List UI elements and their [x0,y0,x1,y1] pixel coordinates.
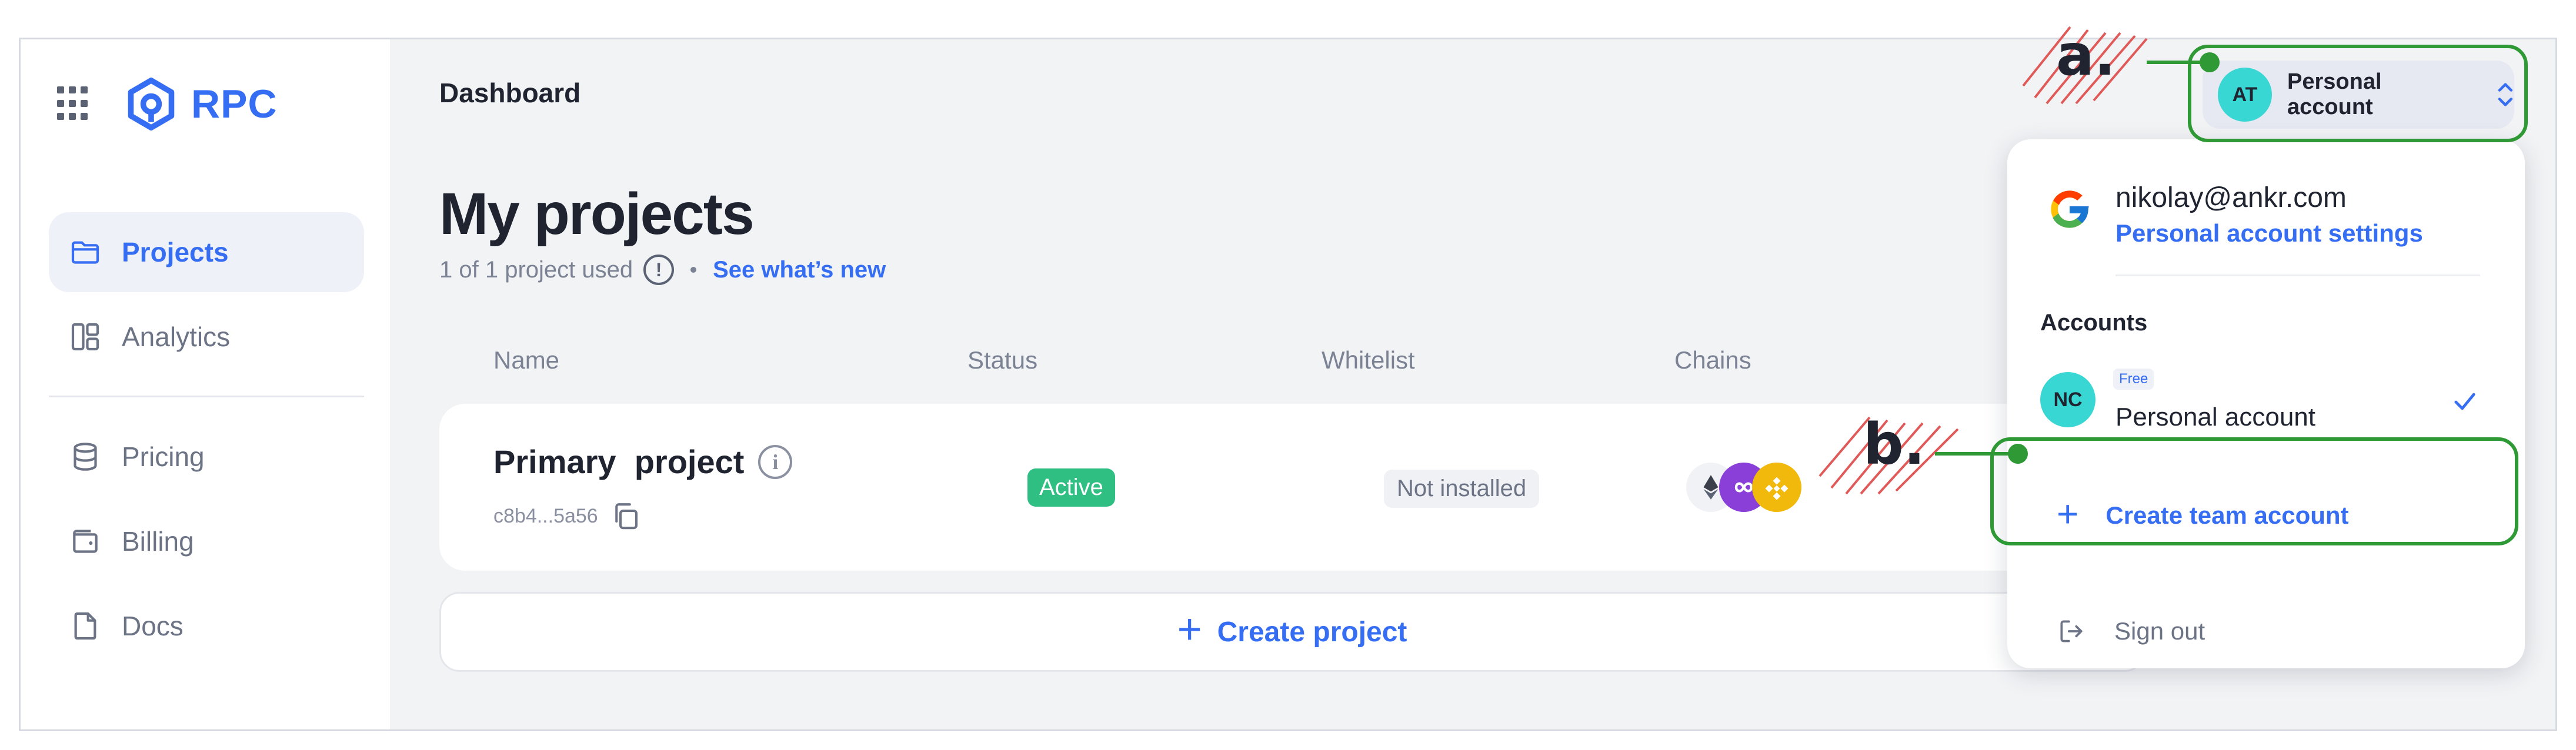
brand-name: RPC [191,82,278,126]
sign-out-button[interactable]: Sign out [2057,617,2205,646]
sidebar-item-label: Billing [122,526,194,557]
account-avatar: NC [2040,372,2095,427]
annotation-letter-a: a. [2056,22,2116,88]
column-header-name: Name [493,346,560,374]
sidebar-item-docs[interactable]: Docs [49,586,364,666]
account-dropdown: nikolay@ankr.com Personal account settin… [2007,139,2525,668]
app-window: RPC Projects Analytics Pricing Billing D… [19,38,2557,731]
document-icon [74,612,96,640]
brand-logo[interactable]: RPC [124,77,278,131]
project-usage: 1 of 1 project used ! See what’s new [439,255,886,285]
sign-out-label: Sign out [2114,617,2205,645]
folder-icon [71,241,99,264]
page-title: My projects [439,181,755,247]
column-header-status: Status [967,346,1038,374]
separator-dot [690,267,697,273]
sidebar-item-label: Analytics [122,322,231,352]
sidebar-item-label: Docs [122,611,183,641]
sidebar-divider [49,396,364,397]
sidebar-item-projects[interactable]: Projects [49,212,364,292]
checkmark-icon [2454,393,2475,410]
account-name[interactable]: Personal account [2115,403,2315,432]
project-name-text: Primary project [493,443,745,480]
project-name: Primary project i [493,443,793,481]
rpc-logo-icon [128,77,175,131]
whats-new-link[interactable]: See what’s new [713,257,886,283]
page-header-title: Dashboard [439,78,581,108]
google-icon [2051,190,2089,228]
project-id-text: c8b4...5a56 [493,504,598,527]
create-project-label: Create project [1217,616,1407,648]
chain-icons [1686,463,1804,512]
database-icon [74,443,97,471]
status-badge: Active [1027,468,1115,507]
sidebar-item-label: Projects [122,237,229,267]
plan-badge: Free [2113,369,2154,390]
annotation-letter-b: b. [1863,411,1926,477]
project-id: c8b4...5a56 [493,500,642,532]
usage-text: 1 of 1 project used [439,256,633,283]
column-header-chains: Chains [1674,346,1751,374]
sidebar-item-pricing[interactable]: Pricing [49,417,364,497]
sidebar: RPC Projects Analytics Pricing Billing D… [21,39,390,729]
copy-icon[interactable] [610,500,642,532]
sidebar-item-analytics[interactable]: Analytics [49,297,364,377]
sidebar-item-billing[interactable]: Billing [49,501,364,581]
dropdown-divider [2115,274,2480,276]
create-project-button[interactable]: + Create project [439,592,2145,672]
account-settings-link[interactable]: Personal account settings [2115,219,2423,247]
column-header-whitelist: Whitelist [1322,346,1415,374]
whitelist-badge: Not installed [1384,470,1540,508]
usage-info-icon[interactable]: ! [643,255,675,285]
annotation-box-b [1990,437,2518,545]
bnb-icon [1752,463,1801,512]
layout-icon [71,323,99,351]
plus-icon: + [1177,606,1202,653]
annotation-box-a [2188,45,2528,142]
app-grid-icon[interactable] [57,86,92,122]
accounts-heading: Accounts [2040,310,2148,336]
sign-out-icon [2060,620,2083,642]
project-info-icon[interactable]: i [758,444,793,479]
sidebar-item-label: Pricing [122,441,205,472]
wallet-icon [73,530,98,553]
user-email: nikolay@ankr.com [2115,182,2347,213]
